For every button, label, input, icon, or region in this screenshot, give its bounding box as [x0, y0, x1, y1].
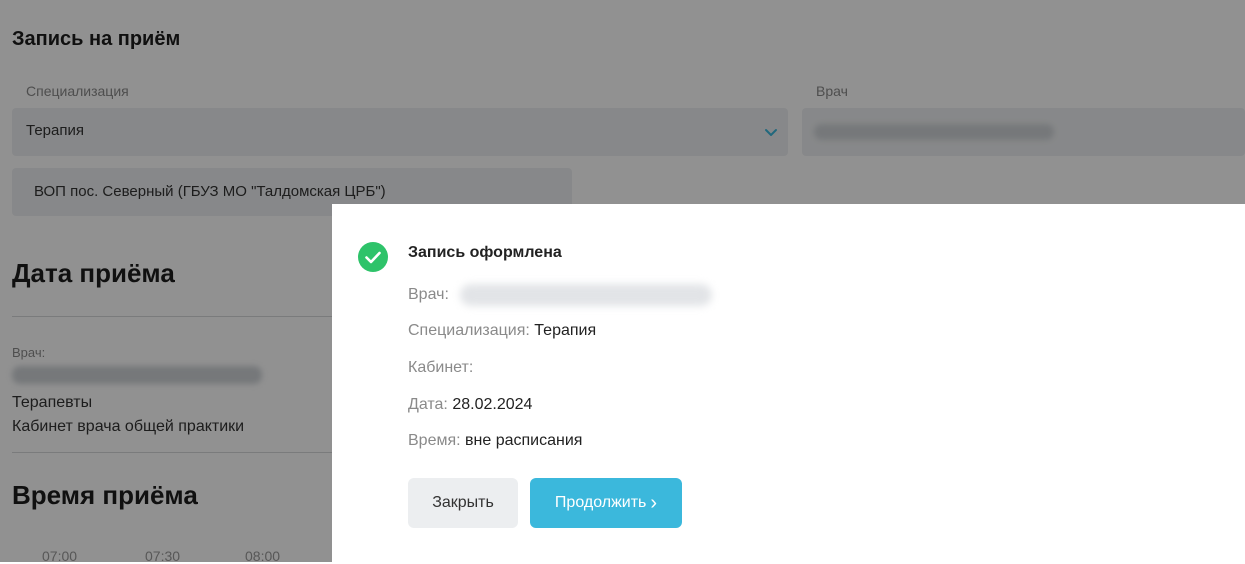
- dialog-title: Запись оформлена: [408, 244, 562, 261]
- dialog-doctor-name-blurred: [460, 284, 712, 306]
- dialog-specialization-label: Специализация:: [408, 322, 530, 339]
- dialog-specialization-row: Специализация: Терапия: [408, 322, 596, 340]
- dialog-cabinet-label: Кабинет:: [408, 359, 474, 376]
- dialog-doctor-label: Врач:: [408, 286, 449, 303]
- dialog-specialization-value: Терапия: [534, 322, 597, 339]
- check-circle-icon: [358, 242, 388, 272]
- dialog-date-label: Дата:: [408, 396, 448, 413]
- dialog-time-row: Время: вне расписания: [408, 432, 582, 450]
- dialog-time-label: Время:: [408, 432, 461, 449]
- chevron-right-icon: ›: [650, 492, 658, 514]
- close-button[interactable]: Закрыть: [408, 478, 518, 528]
- dialog-date-row: Дата: 28.02.2024: [408, 396, 532, 414]
- dialog-time-value: вне расписания: [465, 432, 583, 449]
- dialog-date-value: 28.02.2024: [452, 396, 533, 413]
- dialog-doctor-row: Врач:: [408, 286, 449, 304]
- dialog-cabinet-row: Кабинет:: [408, 359, 473, 377]
- continue-button[interactable]: Продолжить ›: [530, 478, 682, 528]
- continue-button-label: Продолжить: [554, 494, 647, 511]
- confirmation-dialog: Запись оформлена Врач: Специализация: Те…: [332, 204, 1245, 562]
